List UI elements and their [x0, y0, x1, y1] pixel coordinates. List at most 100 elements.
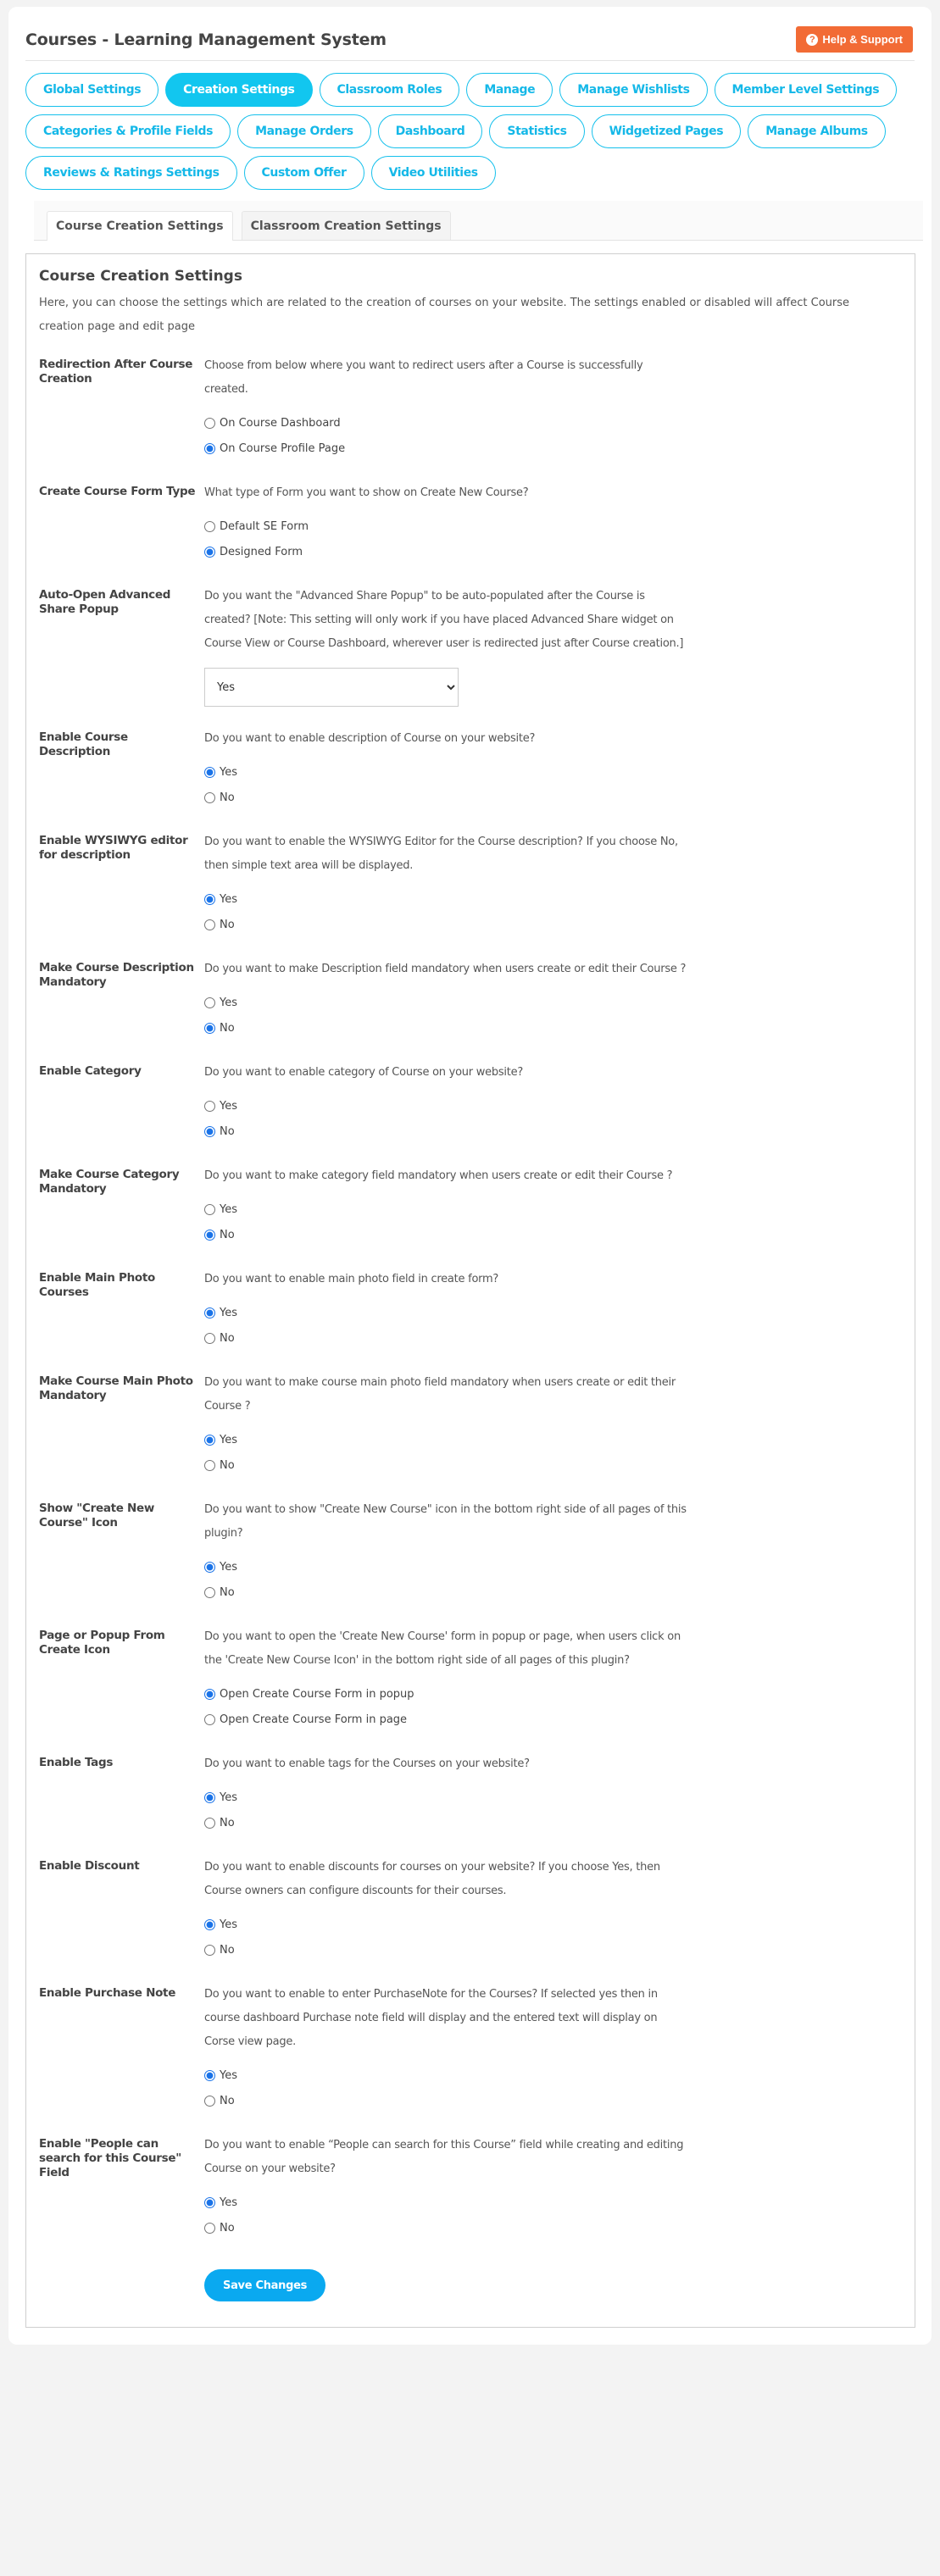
radio-option-no[interactable]: No	[204, 1937, 687, 1963]
radio-input[interactable]	[204, 417, 215, 429]
radio-input[interactable]	[204, 919, 215, 930]
tab-course-creation-settings[interactable]: Course Creation Settings	[47, 211, 233, 241]
radio-option-default-se-form[interactable]: Default SE Form	[204, 514, 687, 539]
radio-input[interactable]	[204, 1332, 215, 1344]
save-changes-button[interactable]: Save Changes	[204, 2269, 326, 2301]
setting-row-enable-course-description: Enable Course Description Do you want to …	[39, 727, 902, 810]
radio-input[interactable]	[204, 1022, 215, 1034]
radio-input[interactable]	[204, 1791, 215, 1803]
radio-option-yes[interactable]: Yes	[204, 2190, 687, 2215]
setting-label: Make Course Category Mandatory	[39, 1168, 180, 1196]
setting-label: Enable Purchase Note	[39, 1986, 176, 2000]
radio-option-no[interactable]: No	[204, 1119, 687, 1144]
radio-input[interactable]	[204, 1459, 215, 1471]
setting-label: Enable Course Description	[39, 730, 128, 758]
radio-input[interactable]	[204, 1229, 215, 1241]
radio-label: On Course Profile Page	[220, 441, 346, 455]
radio-option-no[interactable]: No	[204, 912, 687, 937]
nav-categories-profile-fields[interactable]: Categories & Profile Fields	[25, 114, 231, 148]
nav-video-utilities[interactable]: Video Utilities	[370, 156, 496, 190]
radio-input[interactable]	[204, 791, 215, 803]
nav-custom-offer[interactable]: Custom Offer	[243, 156, 364, 190]
setting-field: Do you want to make category field manda…	[204, 1164, 687, 1247]
setting-label: Page or Popup From Create Icon	[39, 1629, 165, 1657]
radio-input[interactable]	[204, 442, 215, 454]
radio-option-yes[interactable]: Yes	[204, 1093, 687, 1119]
radio-input[interactable]	[204, 2095, 215, 2107]
radio-option-no[interactable]: No	[204, 2215, 687, 2240]
radio-input[interactable]	[204, 1307, 215, 1319]
radio-input[interactable]	[204, 1944, 215, 1956]
radio-option-yes[interactable]: Yes	[204, 1554, 687, 1579]
radio-option-no[interactable]: No	[204, 1810, 687, 1835]
panel-title: Course Creation Settings	[39, 268, 242, 285]
help-support-button[interactable]: ? Help & Support	[796, 26, 913, 53]
radio-input[interactable]	[204, 2196, 215, 2208]
radio-input[interactable]	[204, 1561, 215, 1573]
setting-row-enable-category: Enable Category Do you want to enable cat…	[39, 1061, 902, 1144]
settings-list: Redirection After Course Creation Choose …	[39, 354, 902, 2240]
radio-label: Designed Form	[220, 545, 303, 558]
auto-open-share-popup-select[interactable]: Yes	[204, 668, 459, 707]
radio-option-yes[interactable]: Yes	[204, 1427, 687, 1452]
nav-manage[interactable]: Manage	[466, 73, 553, 107]
radio-input[interactable]	[204, 1100, 215, 1112]
panel-intro: Here, you can choose the settings which …	[39, 297, 850, 333]
nav-dashboard[interactable]: Dashboard	[377, 114, 483, 148]
radio-input[interactable]	[204, 546, 215, 558]
radio-option-open-create-course-form-in-page[interactable]: Open Create Course Form in page	[204, 1707, 687, 1732]
radio-input[interactable]	[204, 1125, 215, 1137]
setting-row-show-create-new-course-icon: Show "Create New Course" Icon Do you want…	[39, 1498, 902, 1605]
radio-option-yes[interactable]: Yes	[204, 1912, 687, 1937]
radio-input[interactable]	[204, 520, 215, 532]
radio-option-yes[interactable]: Yes	[204, 990, 687, 1015]
radio-option-open-create-course-form-in-popup[interactable]: Open Create Course Form in popup	[204, 1681, 687, 1707]
nav-manage-orders[interactable]: Manage Orders	[237, 114, 371, 148]
setting-row-page-or-popup-from-create-icon: Page or Popup From Create Icon Do you wan…	[39, 1625, 902, 1732]
setting-description: Do you want to make category field manda…	[204, 1169, 673, 1182]
radio-input[interactable]	[204, 1434, 215, 1446]
radio-option-yes[interactable]: Yes	[204, 1785, 687, 1810]
radio-option-on-course-dashboard[interactable]: On Course Dashboard	[204, 410, 687, 436]
radio-input[interactable]	[204, 1586, 215, 1598]
radio-input[interactable]	[204, 997, 215, 1008]
radio-label: No	[220, 1021, 235, 1035]
radio-input[interactable]	[204, 2222, 215, 2234]
radio-input[interactable]	[204, 893, 215, 905]
nav-manage-wishlists[interactable]: Manage Wishlists	[559, 73, 708, 107]
radio-input[interactable]	[204, 2069, 215, 2081]
radio-input[interactable]	[204, 1918, 215, 1930]
radio-label: No	[220, 1585, 235, 1599]
nav-statistics[interactable]: Statistics	[489, 114, 585, 148]
radio-label: On Course Dashboard	[220, 416, 341, 430]
radio-option-no[interactable]: No	[204, 785, 687, 810]
radio-option-yes[interactable]: Yes	[204, 1300, 687, 1325]
radio-input[interactable]	[204, 1203, 215, 1215]
radio-input[interactable]	[204, 1688, 215, 1700]
radio-option-yes[interactable]: Yes	[204, 2062, 687, 2088]
radio-option-yes[interactable]: Yes	[204, 759, 687, 785]
radio-input[interactable]	[204, 1713, 215, 1725]
radio-option-no[interactable]: No	[204, 1325, 687, 1351]
nav-manage-albums[interactable]: Manage Albums	[748, 114, 886, 148]
nav-classroom-roles[interactable]: Classroom Roles	[319, 73, 460, 107]
radio-option-no[interactable]: No	[204, 2088, 687, 2113]
nav-member-level-settings[interactable]: Member Level Settings	[714, 73, 898, 107]
nav-creation-settings[interactable]: Creation Settings	[165, 73, 313, 107]
radio-option-yes[interactable]: Yes	[204, 886, 687, 912]
radio-option-no[interactable]: No	[204, 1015, 687, 1041]
nav-global-settings[interactable]: Global Settings	[25, 73, 159, 107]
tab-classroom-creation-settings[interactable]: Classroom Creation Settings	[241, 211, 451, 240]
nav-reviews-ratings-settings[interactable]: Reviews & Ratings Settings	[25, 156, 237, 190]
radio-option-no[interactable]: No	[204, 1579, 687, 1605]
radio-option-no[interactable]: No	[204, 1222, 687, 1247]
radio-option-on-course-profile-page[interactable]: On Course Profile Page	[204, 436, 687, 461]
radio-option-yes[interactable]: Yes	[204, 1196, 687, 1222]
radio-option-designed-form[interactable]: Designed Form	[204, 539, 687, 564]
radio-input[interactable]	[204, 766, 215, 778]
radio-option-no[interactable]: No	[204, 1452, 687, 1478]
question-circle-icon: ?	[806, 33, 819, 46]
help-support-label: Help & Support	[822, 33, 903, 46]
radio-input[interactable]	[204, 1817, 215, 1829]
nav-widgetized-pages[interactable]: Widgetized Pages	[591, 114, 742, 148]
